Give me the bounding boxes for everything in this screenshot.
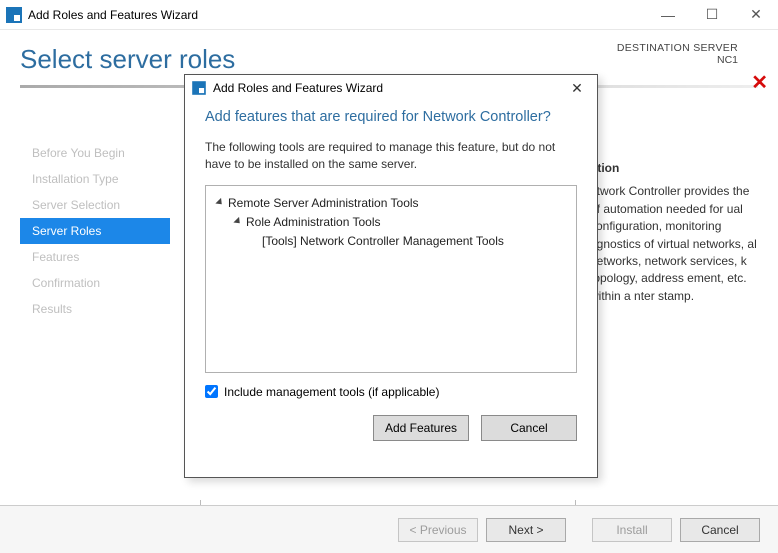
step-installation-type[interactable]: Installation Type [20, 166, 170, 192]
install-button: Install [592, 518, 672, 542]
destination-label: DESTINATION SERVER [617, 42, 738, 54]
previous-button: < Previous [398, 518, 478, 542]
step-server-selection[interactable]: Server Selection [20, 192, 170, 218]
description-body: etwork Controller provides the of automa… [590, 183, 760, 305]
app-icon [6, 7, 22, 23]
tree-label: Remote Server Administration Tools [228, 196, 419, 210]
tree-label: [Tools] Network Controller Management To… [262, 234, 504, 248]
tree-item[interactable]: Remote Server Administration Tools [216, 194, 566, 213]
step-features[interactable]: Features [20, 244, 170, 270]
window-controls: — ☐ ✕ [646, 0, 778, 30]
dialog-titlebar: Add Roles and Features Wizard ✕ [185, 75, 597, 101]
close-x-icon[interactable]: ✕ [751, 70, 768, 95]
step-results[interactable]: Results [20, 296, 170, 322]
dialog-cancel-button[interactable]: Cancel [481, 415, 577, 441]
destination-value: NC1 [617, 54, 738, 66]
wizard-footer: < Previous Next > Install Cancel [0, 505, 778, 553]
tree-item[interactable]: Role Administration Tools [216, 213, 566, 232]
include-tools-label: Include management tools (if applicable) [224, 385, 439, 399]
caret-icon [215, 197, 224, 206]
step-before-you-begin[interactable]: Before You Begin [20, 140, 170, 166]
maximize-button[interactable]: ☐ [690, 0, 734, 30]
wizard-steps: Before You Begin Installation Type Serve… [20, 140, 170, 322]
step-confirmation[interactable]: Confirmation [20, 270, 170, 296]
include-tools-row: Include management tools (if applicable) [205, 385, 577, 399]
dialog-body: Add features that are required for Netwo… [185, 101, 597, 453]
cancel-button[interactable]: Cancel [680, 518, 760, 542]
include-tools-checkbox[interactable] [205, 385, 218, 398]
window-title: Add Roles and Features Wizard [28, 8, 198, 22]
features-tree: Remote Server Administration Tools Role … [205, 185, 577, 373]
add-features-button[interactable]: Add Features [373, 415, 469, 441]
dialog-buttons: Add Features Cancel [205, 415, 577, 441]
caret-icon [233, 217, 242, 226]
tree-label: Role Administration Tools [246, 215, 381, 229]
app-icon [192, 81, 206, 95]
description-heading: ption [590, 160, 760, 177]
titlebar: Add Roles and Features Wizard — ☐ ✕ [0, 0, 778, 30]
destination-server: DESTINATION SERVER NC1 [617, 42, 738, 66]
minimize-button[interactable]: — [646, 0, 690, 30]
dialog-close-button[interactable]: ✕ [563, 80, 591, 97]
close-button[interactable]: ✕ [734, 0, 778, 30]
dialog-heading: Add features that are required for Netwo… [205, 109, 577, 125]
add-features-dialog: Add Roles and Features Wizard ✕ Add feat… [184, 74, 598, 478]
dialog-title: Add Roles and Features Wizard [213, 81, 383, 95]
dialog-description: The following tools are required to mana… [205, 139, 577, 173]
tree-item[interactable]: [Tools] Network Controller Management To… [216, 232, 566, 251]
description-panel: ption etwork Controller provides the of … [590, 160, 760, 305]
step-server-roles[interactable]: Server Roles [20, 218, 170, 244]
next-button[interactable]: Next > [486, 518, 566, 542]
